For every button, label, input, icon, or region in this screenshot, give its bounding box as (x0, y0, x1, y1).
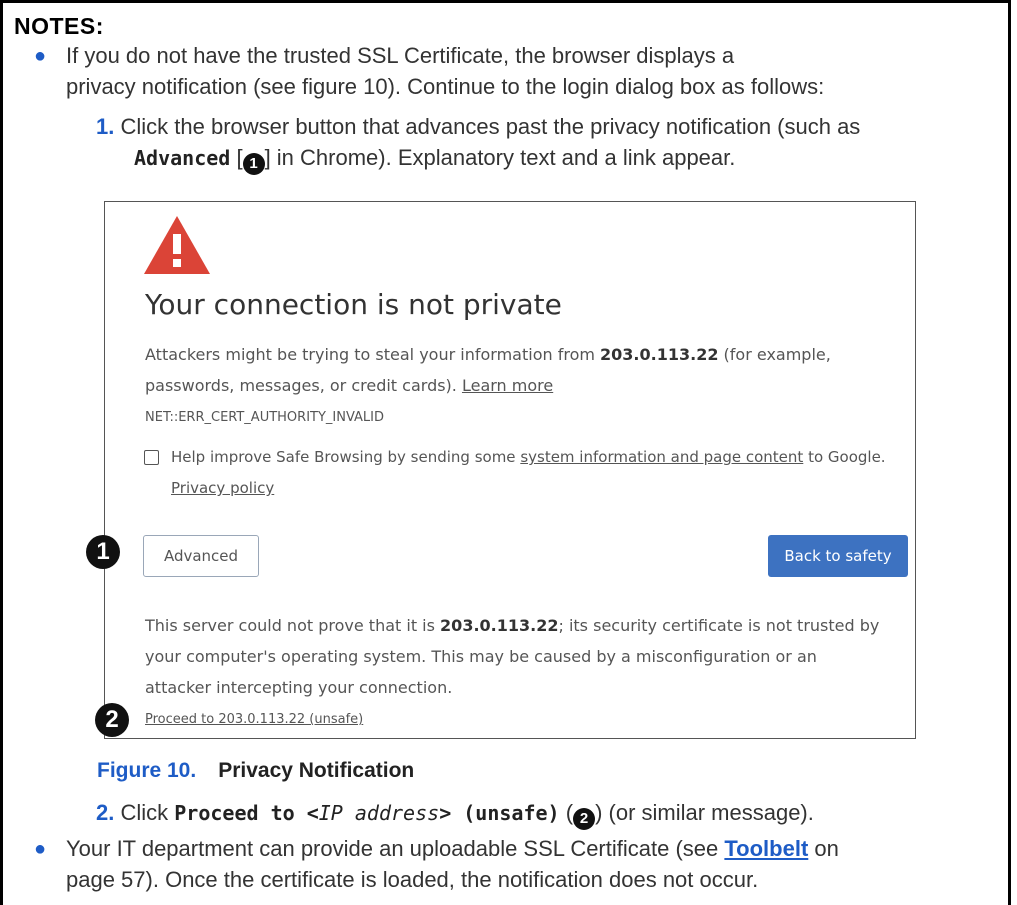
step1-line2: Advanced [1] in Chrome). Explanatory tex… (96, 142, 1006, 175)
bullet2-line2: page 57). Once the certificate is loaded… (66, 867, 759, 892)
bullet1-text: If you do not have the trusted SSL Certi… (66, 40, 986, 102)
server-line3: attacker intercepting your connection. (145, 678, 453, 697)
privacy-policy-link[interactable]: Privacy policy (171, 479, 274, 497)
step2-number: 2. (96, 800, 115, 825)
step1-line1: 1. Click the browser button that advance… (96, 111, 1006, 142)
server-explanation: This server could not prove that it is 2… (145, 610, 915, 703)
bullet1-line1: If you do not have the trusted SSL Certi… (66, 43, 735, 68)
step1-mid-a: [ (230, 145, 243, 170)
bullet2-text-b: on (808, 836, 839, 861)
attack-ip: 203.0.113.22 (600, 345, 719, 364)
figure-title: Privacy Notification (218, 759, 415, 782)
attack-text-b: (for example, (718, 345, 831, 364)
proceed-term-a: Proceed to < (174, 801, 319, 825)
figure-caption: Figure 10. Privacy Notification (97, 759, 414, 783)
callout-2-icon: 2 (95, 703, 129, 737)
step2-paren-open: ( (559, 800, 574, 825)
server-ip: 203.0.113.22 (440, 616, 559, 635)
proceed-unsafe-link[interactable]: Proceed to 203.0.113.22 (unsafe) (145, 712, 363, 727)
safe-browsing-line1: Help improve Safe Browsing by sending so… (171, 442, 911, 473)
safe-browsing-b: to Google. (803, 448, 886, 466)
bullet2-text-a: Your IT department can provide an upload… (66, 836, 725, 861)
warning-icon (144, 216, 210, 274)
figure-number: Figure 10. (97, 759, 197, 782)
learn-more-link[interactable]: Learn more (462, 376, 553, 395)
privacy-notification-screenshot: Your connection is not private Attackers… (104, 201, 916, 739)
step1-text: 1. Click the browser button that advance… (96, 111, 1006, 175)
ip-address-term: IP address (318, 801, 440, 825)
server-line1: This server could not prove that it is 2… (145, 610, 915, 641)
system-info-link[interactable]: system information and page content (520, 448, 803, 466)
server-line2: your computer's operating system. This m… (145, 647, 817, 666)
attack-description: Attackers might be trying to steal your … (145, 339, 905, 401)
step2-text: 2. Click Proceed to <IP address> (unsafe… (96, 797, 1006, 830)
step2-tail: ) (or similar message). (595, 800, 814, 825)
callout-1-inline-icon: 1 (242, 153, 265, 175)
proceed-term-b: > (unsafe) (439, 801, 560, 825)
error-code: NET::ERR_CERT_AUTHORITY_INVALID (145, 410, 385, 425)
bullet-dot: ● (34, 45, 47, 67)
bullet-dot: ● (34, 838, 47, 860)
back-to-safety-button[interactable]: Back to safety (768, 535, 908, 577)
advanced-term: Advanced (134, 146, 231, 170)
safe-browsing-text: Help improve Safe Browsing by sending so… (171, 442, 911, 504)
bullet1-line2: privacy notification (see figure 10). Co… (66, 74, 825, 99)
safe-browsing-checkbox[interactable] (144, 450, 159, 465)
step2-click: Click (120, 800, 175, 825)
notes-title: NOTES: (14, 13, 104, 39)
callout-1-icon: 1 (86, 535, 120, 569)
attack-line2-text: passwords, messages, or credit cards). (145, 376, 462, 395)
bullet2-line1: Your IT department can provide an upload… (66, 833, 986, 864)
server-text-a: This server could not prove that it is (145, 616, 441, 635)
attack-line2: passwords, messages, or credit cards). L… (145, 370, 905, 401)
toolbelt-link[interactable]: Toolbelt (724, 836, 808, 861)
step1-mid-b: ] in Chrome). Explanatory text and a lin… (264, 145, 736, 170)
connection-heading: Your connection is not private (145, 288, 562, 321)
attack-text-a: Attackers might be trying to steal your … (145, 345, 601, 364)
safe-browsing-a: Help improve Safe Browsing by sending so… (171, 448, 521, 466)
server-text-b: ; its security certificate is not truste… (558, 616, 880, 635)
safe-browsing-line2: Privacy policy (171, 473, 911, 504)
attack-line1: Attackers might be trying to steal your … (145, 339, 905, 370)
step1-number: 1. (96, 114, 115, 139)
step1-line1-text: Click the browser button that advances p… (120, 114, 861, 139)
advanced-button[interactable]: Advanced (143, 535, 259, 577)
callout-2-inline-icon: 2 (573, 808, 596, 830)
bullet2-text: Your IT department can provide an upload… (66, 833, 986, 895)
